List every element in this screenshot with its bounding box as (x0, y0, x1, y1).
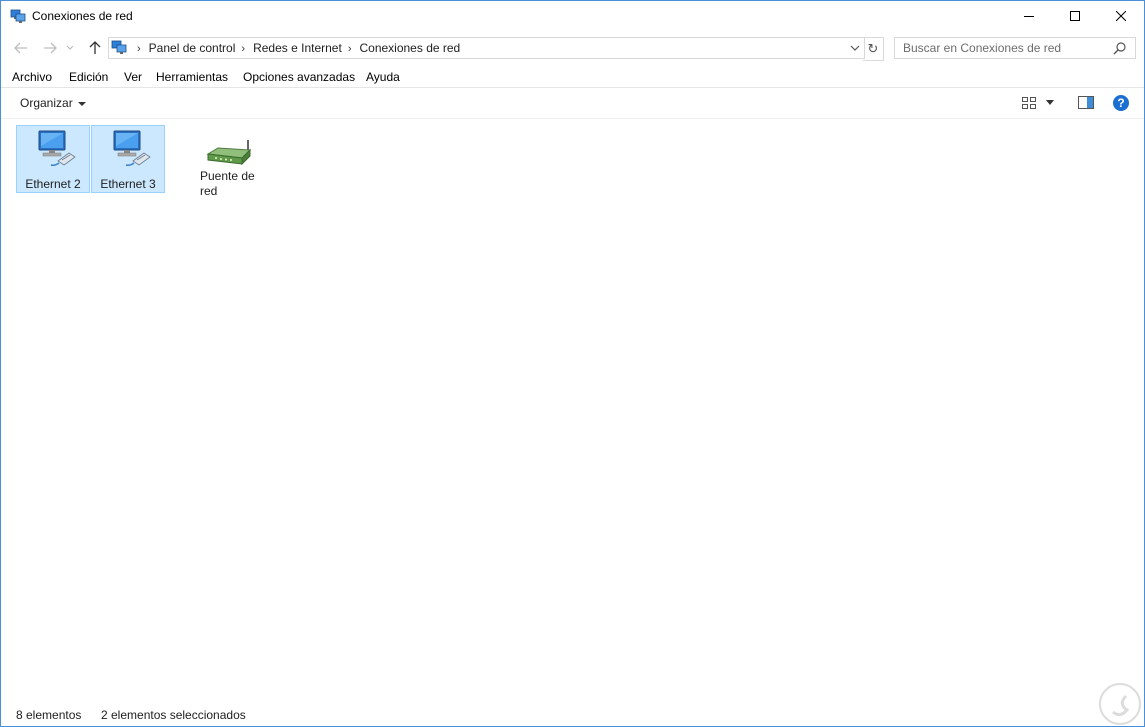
chevron-right-icon[interactable]: › (348, 43, 352, 55)
address-dropdown-button[interactable] (847, 40, 863, 56)
close-button[interactable] (1098, 1, 1144, 31)
organize-label: Organizar (20, 96, 73, 110)
minimize-icon (1024, 16, 1034, 17)
recent-locations-button[interactable] (65, 39, 75, 57)
menu-bar: Archivo Edición Ver Herramientas Opcione… (1, 67, 1144, 88)
search-input[interactable] (903, 41, 1103, 55)
help-button[interactable]: ? (1113, 95, 1129, 111)
status-bar: 8 elementos 2 elementos seleccionados (1, 683, 1144, 726)
close-icon (1116, 11, 1126, 21)
search-box[interactable] (894, 37, 1136, 59)
breadcrumb-item[interactable]: Panel de control (149, 41, 236, 55)
maximize-icon (1070, 11, 1080, 21)
network-connections-icon (10, 9, 26, 23)
ethernet-adapter-icon (113, 130, 151, 166)
menu-herramientas[interactable]: Herramientas (156, 70, 228, 84)
preview-pane-icon[interactable] (1078, 96, 1094, 109)
item-count: 8 elementos (16, 708, 82, 722)
breadcrumb-item[interactable]: Redes e Internet (253, 41, 342, 55)
window-title: Conexiones de red (32, 9, 133, 23)
network-connections-icon (111, 40, 127, 54)
title-bar[interactable]: Conexiones de red (1, 1, 1144, 31)
refresh-icon: ↻ (867, 41, 879, 56)
forward-arrow-icon (44, 42, 57, 54)
breadcrumb: › Panel de control › Redes e Internet › Conex… (131, 41, 460, 55)
command-bar: Organizar ? (1, 88, 1144, 119)
chevron-down-icon (850, 45, 860, 51)
network-item-puente-de-red[interactable]: Puente de red (191, 125, 265, 198)
menu-edicion[interactable]: Edición (69, 70, 108, 84)
forward-button[interactable] (41, 39, 59, 57)
up-arrow-icon (89, 41, 101, 54)
file-list: Ethernet 2 Ethernet 3 Puente de red (1, 119, 1144, 704)
chevron-right-icon[interactable]: › (137, 43, 141, 55)
search-icon[interactable] (1113, 41, 1127, 55)
navigation-row: › Panel de control › Redes e Internet › Conex… (1, 33, 1144, 63)
ethernet-adapter-icon (38, 130, 76, 166)
item-label: Ethernet 3 (100, 177, 156, 191)
minimize-button[interactable] (1006, 1, 1052, 31)
network-item-ethernet-3[interactable]: Ethernet 3 (91, 125, 165, 193)
refresh-button[interactable]: ↻ (863, 37, 884, 61)
item-label: Ethernet 2 (25, 177, 81, 191)
back-arrow-icon (14, 42, 27, 54)
breadcrumb-item[interactable]: Conexiones de red (359, 41, 460, 55)
organize-button[interactable]: Organizar (20, 96, 86, 110)
chevron-down-icon (66, 45, 74, 50)
menu-ayuda[interactable]: Ayuda (366, 70, 400, 84)
explorer-window: Conexiones de red › Panel de control › R… (0, 0, 1145, 727)
menu-opciones-avanzadas[interactable]: Opciones avanzadas (243, 70, 355, 84)
watermark-logo-icon (1099, 683, 1141, 725)
network-bridge-icon (206, 140, 252, 166)
view-dropdown-icon[interactable] (1046, 100, 1054, 105)
menu-ver[interactable]: Ver (124, 70, 142, 84)
item-label: Puente de red (200, 169, 255, 198)
back-button[interactable] (12, 39, 30, 57)
chevron-right-icon[interactable]: › (241, 43, 245, 55)
menu-archivo[interactable]: Archivo (12, 70, 52, 84)
address-bar[interactable]: › Panel de control › Redes e Internet › Conex… (108, 37, 865, 59)
view-options-icon[interactable] (1021, 95, 1037, 111)
selection-count: 2 elementos seleccionados (101, 708, 246, 722)
network-item-ethernet-2[interactable]: Ethernet 2 (16, 125, 90, 193)
maximize-button[interactable] (1052, 1, 1098, 31)
caret-down-icon (77, 101, 86, 106)
up-button[interactable] (86, 39, 104, 57)
